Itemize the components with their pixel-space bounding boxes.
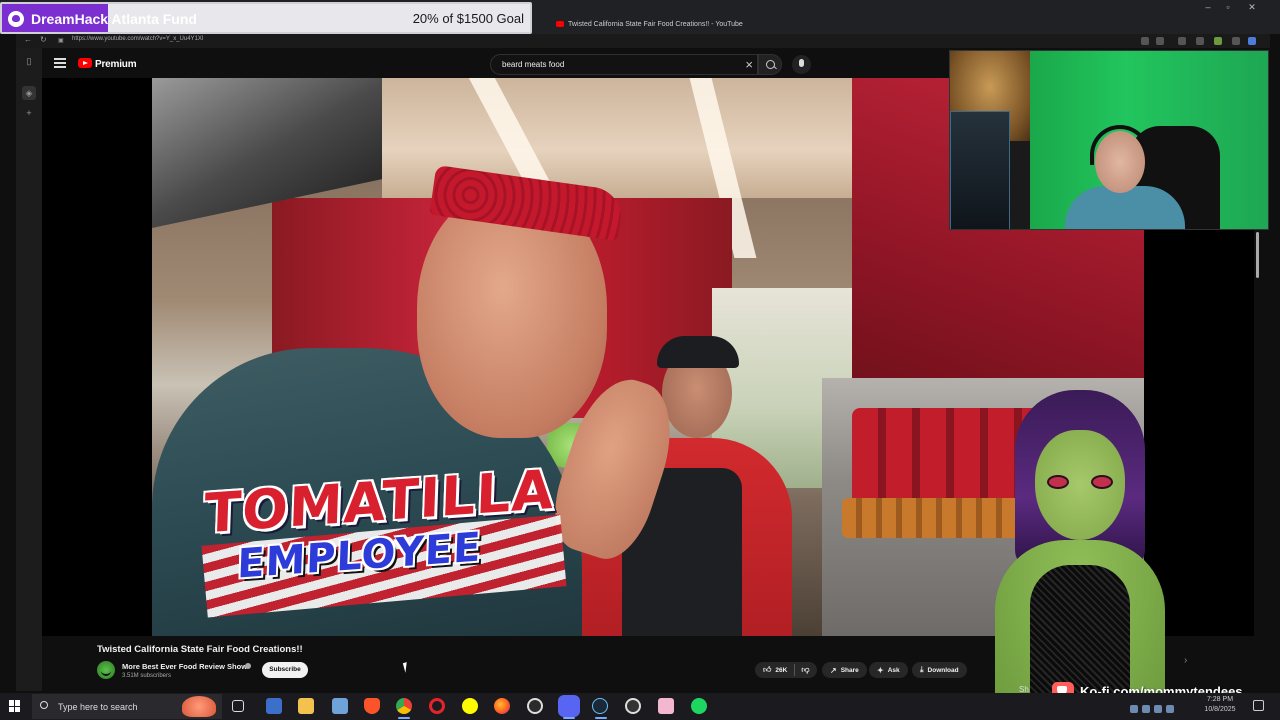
- clear-search-icon[interactable]: ×: [745, 57, 753, 72]
- vtuber-avatar: [975, 380, 1185, 720]
- vtuber-eye: [1091, 475, 1113, 489]
- extension-icon[interactable]: [1141, 37, 1149, 45]
- extension-icon[interactable]: [1178, 37, 1186, 45]
- donation-goal-bar: DreamHack Atlanta Fund 20% of $1500 Goal: [0, 2, 532, 34]
- brave-icon[interactable]: [364, 698, 380, 714]
- address-bar: ← ↻ ▣ https://www.youtube.com/watch?v=Y_…: [16, 34, 1270, 48]
- notepad-icon[interactable]: [332, 698, 348, 714]
- restore-icon[interactable]: ▫: [1220, 2, 1236, 12]
- menu-dots-icon[interactable]: [1232, 37, 1240, 45]
- webcam-overlay: [949, 50, 1269, 230]
- copilot-icon[interactable]: [1248, 37, 1256, 45]
- task-view-icon[interactable]: [232, 700, 244, 712]
- browser-tab[interactable]: Twisted California State Fair Food Creat…: [556, 14, 743, 34]
- subscriber-count: 3.51M subscribers: [122, 673, 172, 679]
- search-button[interactable]: [758, 54, 782, 75]
- donation-goal-text: 20% of $1500 Goal: [412, 11, 524, 26]
- tray-clock-time[interactable]: 7:28 PM: [1200, 696, 1240, 703]
- search-input-value: beard meats food: [502, 60, 565, 69]
- extension-icon[interactable]: [1214, 37, 1222, 45]
- share-label: Share: [840, 666, 859, 674]
- reload-icon[interactable]: ↻: [40, 35, 47, 44]
- streamer-body: [1065, 186, 1185, 229]
- extension-icon[interactable]: [1196, 37, 1204, 45]
- verified-badge-icon: [245, 663, 251, 669]
- steam-icon[interactable]: [592, 698, 608, 714]
- notification-icon[interactable]: [1253, 700, 1264, 711]
- browser-tab-title: Twisted California State Fair Food Creat…: [568, 20, 743, 28]
- channel-avatar[interactable]: [97, 661, 115, 679]
- running-indicator: [398, 717, 410, 719]
- share-icon: ↗: [830, 665, 837, 675]
- thumbs-up-icon[interactable]: 👍︎: [763, 665, 771, 675]
- heart-icon: [8, 11, 24, 27]
- download-icon: ⤓: [920, 665, 924, 674]
- search-icon: [40, 701, 48, 709]
- scroll-thumb[interactable]: [1256, 232, 1259, 278]
- taskbar-search-placeholder: Type here to search: [58, 702, 138, 712]
- ask-label: Ask: [887, 666, 900, 674]
- sidebar-toggle-icon[interactable]: ▯: [22, 54, 36, 68]
- opera-icon[interactable]: [429, 698, 445, 714]
- windows-taskbar: Type here to search 7:28 PM 10/8/2025: [0, 693, 1280, 720]
- share-button[interactable]: ↗ Share: [822, 662, 867, 678]
- like-count[interactable]: 26K: [775, 667, 787, 674]
- vtuber-eye: [1047, 475, 1069, 489]
- spotify-icon[interactable]: [691, 698, 707, 714]
- obs-icon[interactable]: [527, 698, 543, 714]
- file-explorer-icon[interactable]: [298, 698, 314, 714]
- discord-icon[interactable]: [558, 695, 580, 717]
- calculator-icon[interactable]: [266, 698, 282, 714]
- system-tray-icons[interactable]: [1130, 700, 1190, 713]
- youtube-premium-label[interactable]: Premium: [95, 59, 137, 70]
- running-indicator: [595, 717, 607, 719]
- snapchat-icon[interactable]: [462, 698, 478, 714]
- back-arrow-icon[interactable]: ←: [24, 35, 32, 44]
- subscribe-button[interactable]: Subscribe: [262, 662, 308, 678]
- sparkle-icon: ✦: [877, 665, 884, 675]
- search-input[interactable]: beard meats food ×: [490, 54, 758, 75]
- like-divider: [794, 664, 795, 676]
- firefox-icon[interactable]: [494, 698, 510, 714]
- browser-side-rail: ▯ ◈ +: [16, 48, 42, 691]
- hamburger-menu-icon[interactable]: [54, 58, 66, 68]
- bookmark-icon[interactable]: [1156, 37, 1164, 45]
- video-title: Twisted California State Fair Food Creat…: [97, 644, 303, 655]
- minimize-icon[interactable]: –: [1200, 2, 1216, 12]
- donation-title: DreamHack Atlanta Fund: [31, 11, 197, 27]
- chrome-icon[interactable]: [396, 698, 412, 714]
- ask-button[interactable]: ✦ Ask: [869, 662, 908, 678]
- thumbs-down-icon[interactable]: 👎︎: [801, 665, 809, 675]
- pink-app-icon[interactable]: [658, 698, 674, 714]
- like-dislike-group: 👍︎ 26K 👎︎: [755, 662, 817, 678]
- media-icon[interactable]: [625, 698, 641, 714]
- octopus-search-highlight-icon[interactable]: [182, 696, 216, 717]
- pc-case: [950, 111, 1010, 229]
- windows-start-icon[interactable]: [9, 700, 21, 712]
- close-icon[interactable]: ✕: [1244, 2, 1260, 13]
- add-tab-icon[interactable]: +: [22, 106, 36, 120]
- page-scrollbar[interactable]: [1254, 230, 1260, 691]
- tab-thumbnail-icon[interactable]: ◈: [22, 86, 36, 100]
- address-url[interactable]: https://www.youtube.com/watch?v=Y_x_Uu4Y…: [72, 36, 203, 42]
- employee-cap: [657, 336, 739, 368]
- lock-icon: ▣: [58, 38, 64, 44]
- youtube-favicon-icon: [556, 21, 564, 27]
- youtube-logo-icon[interactable]: [78, 58, 92, 68]
- download-label: Download: [927, 666, 959, 674]
- running-indicator: [563, 717, 575, 719]
- taskbar-search-box[interactable]: Type here to search: [32, 694, 222, 719]
- tray-clock-date[interactable]: 10/8/2025: [1200, 706, 1240, 713]
- channel-name[interactable]: More Best Ever Food Review Show: [122, 662, 247, 671]
- download-button[interactable]: ⤓ Download: [912, 662, 967, 678]
- microphone-icon[interactable]: [792, 55, 811, 74]
